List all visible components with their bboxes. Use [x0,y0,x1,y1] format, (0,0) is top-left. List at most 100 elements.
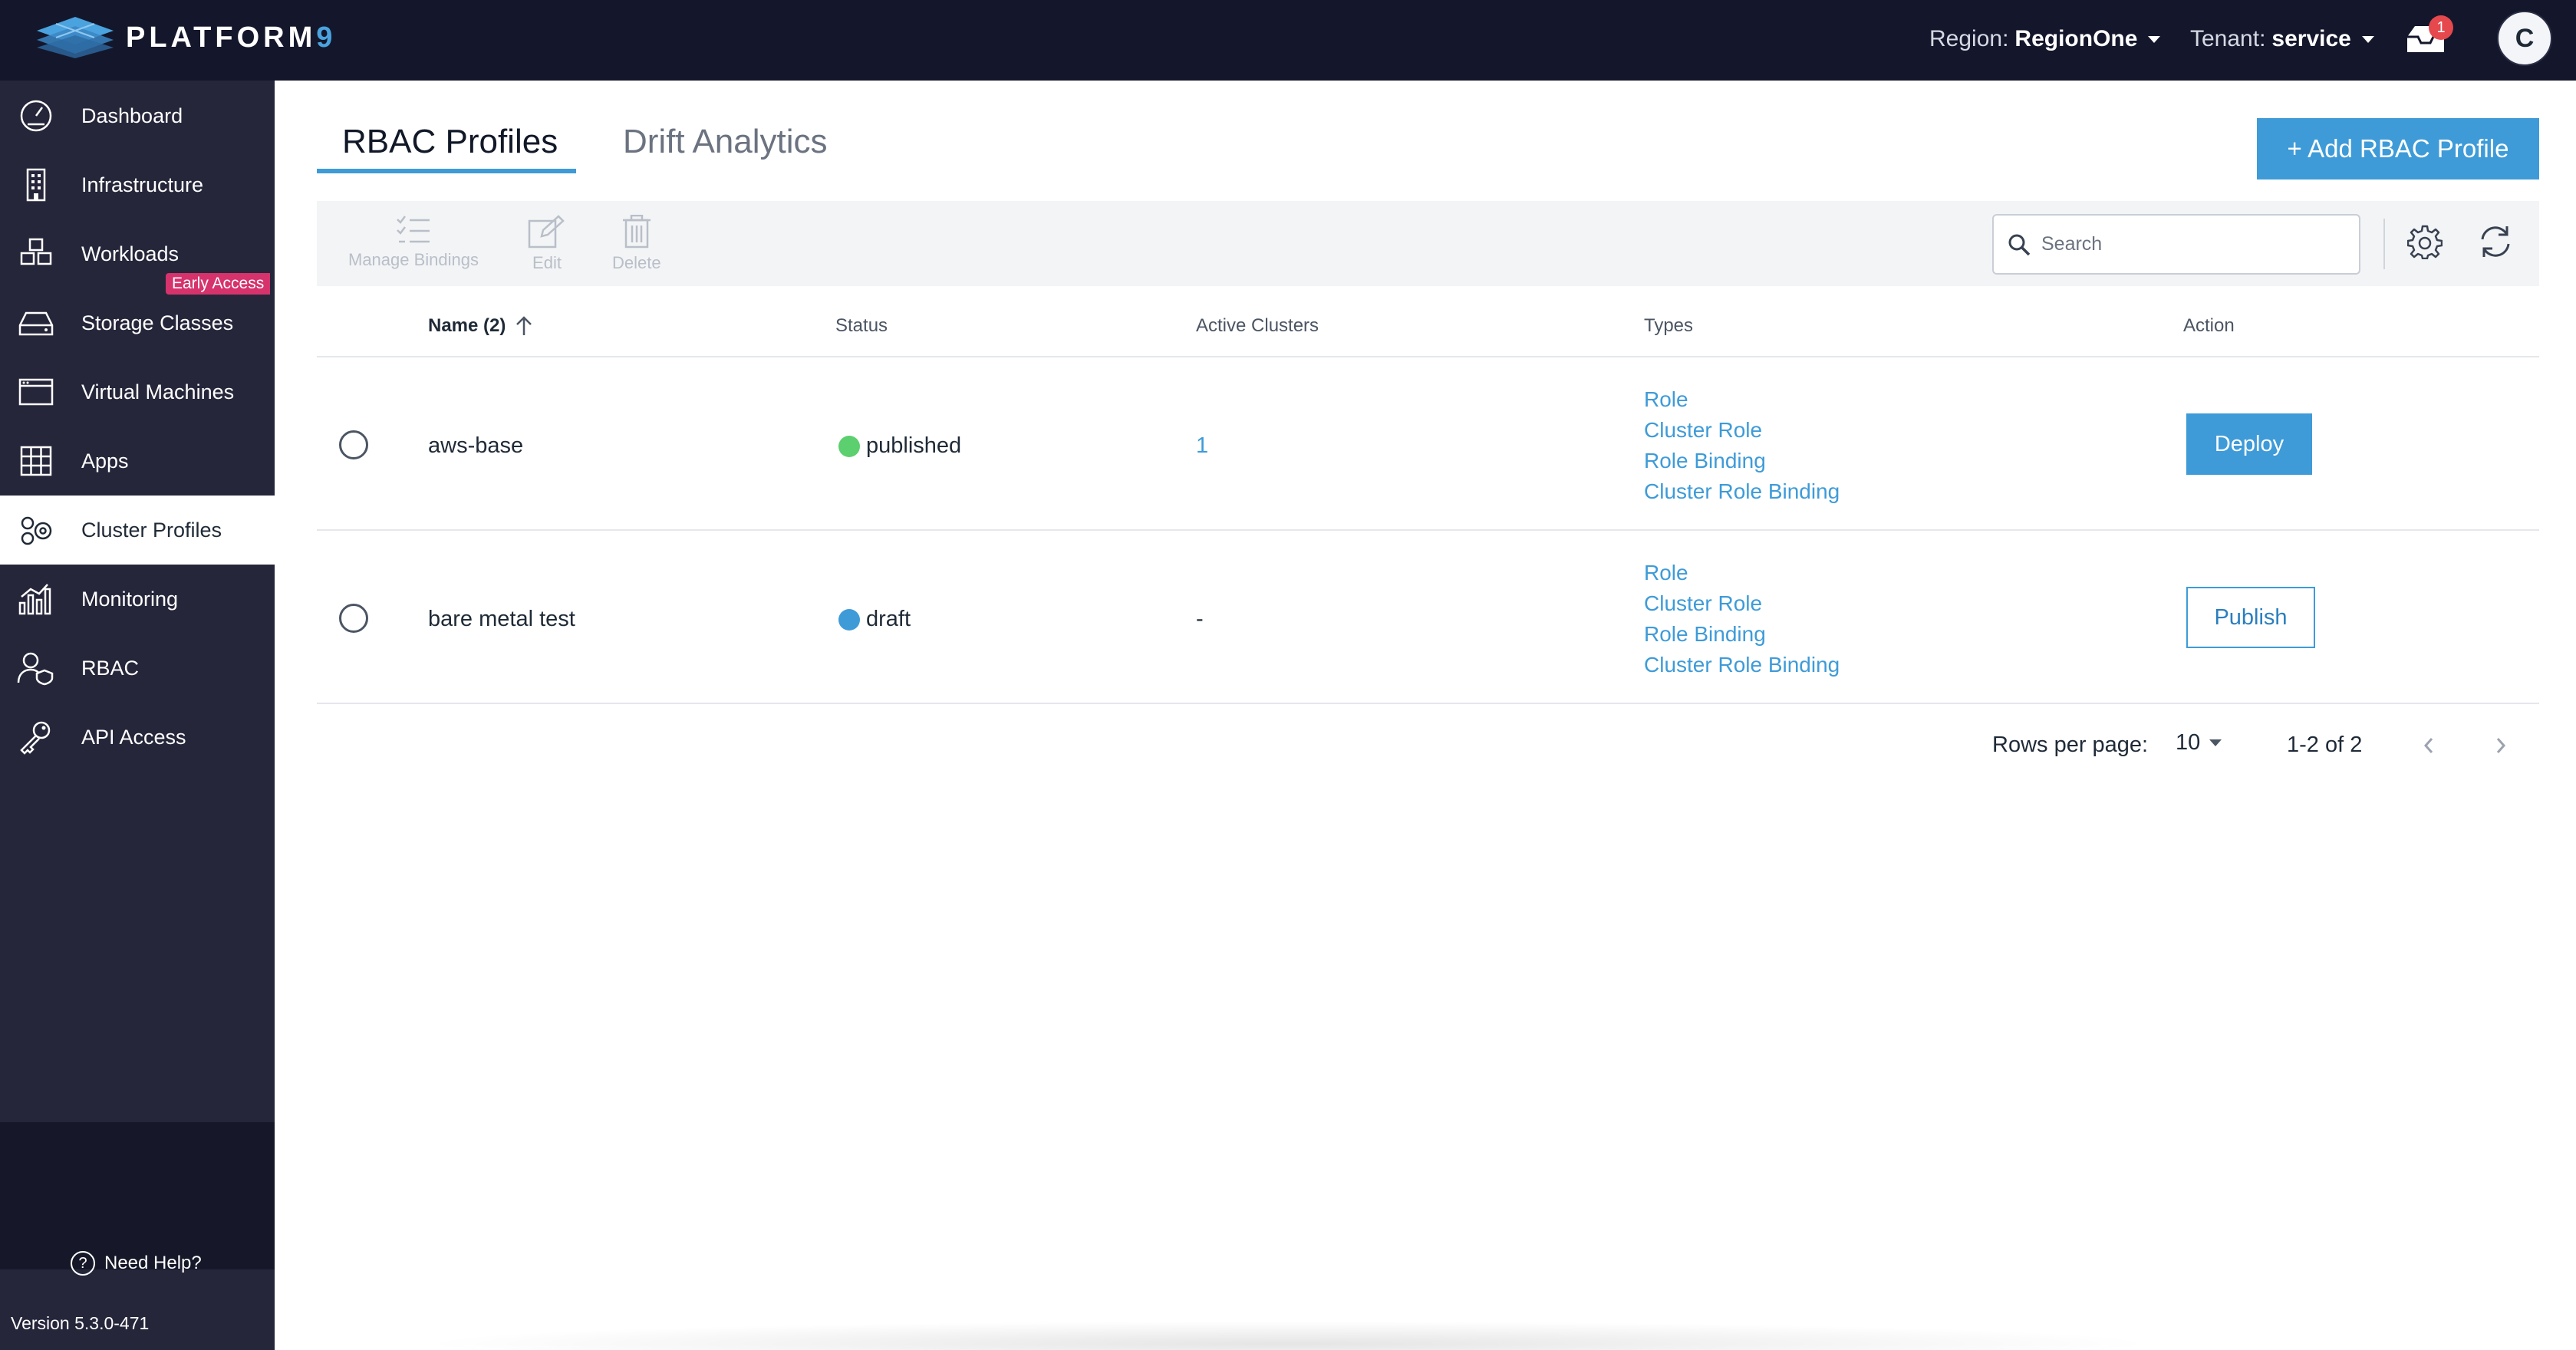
column-header-action: Action [2183,315,2235,336]
rows-per-page-value: 10 [2176,730,2201,755]
chevron-left-icon[interactable] [2420,733,2438,759]
publish-button[interactable]: Publish [2186,587,2315,648]
grid-icon [20,446,52,476]
need-help-link[interactable]: ? Need Help? [71,1251,202,1276]
header-divider [317,356,2539,357]
row-status: draft [838,607,911,632]
trash-icon [622,215,651,249]
row-types: Role Cluster Role Role Binding Cluster R… [1644,558,1840,680]
deploy-button[interactable]: Deploy [2186,413,2312,475]
tenant-value: service [2271,26,2351,51]
add-rbac-profile-button[interactable]: + Add RBAC Profile [2257,118,2539,179]
user-avatar[interactable]: C [2497,11,2552,66]
column-header-status: Status [835,315,888,336]
pagination-range: 1-2 of 2 [2287,733,2363,757]
early-access-badge: Early Access [166,273,271,295]
edit-button[interactable]: Edit [528,215,566,273]
sidebar-item-label: Workloads [81,242,180,265]
region-label: Region: [1929,26,2009,51]
storage-drive-icon [18,311,54,336]
manage-bindings-button[interactable]: Manage Bindings [348,215,479,270]
bar-chart-icon [18,584,51,615]
region-selector[interactable]: Region: RegionOne [1929,26,2161,52]
sidebar-item-monitoring[interactable]: Monitoring [0,565,275,634]
edit-label: Edit [532,253,562,272]
rows-per-page-select[interactable]: 10 [2176,730,2222,756]
sidebar-item-label: Dashboard [81,104,183,127]
manage-bindings-label: Manage Bindings [348,250,479,269]
type-link-role-binding[interactable]: Role Binding [1644,619,1840,650]
type-link-role[interactable]: Role [1644,384,1840,415]
sidebar-item-virtual-machines[interactable]: Virtual Machines [0,357,275,426]
sidebar-item-label: API Access [81,725,186,749]
status-label: published [866,433,962,458]
type-link-cluster-role-binding[interactable]: Cluster Role Binding [1644,476,1840,507]
gear-icon[interactable] [2407,224,2443,259]
type-link-role[interactable]: Role [1644,558,1840,588]
sidebar-item-rbac[interactable]: RBAC [0,634,275,703]
sidebar-footer [0,1122,275,1269]
chevron-down-icon [2209,739,2222,746]
delete-label: Delete [612,253,661,272]
search-input[interactable] [2041,233,2317,255]
type-link-role-binding[interactable]: Role Binding [1644,446,1840,476]
sidebar-item-label: Virtual Machines [81,380,235,403]
sidebar-item-cluster-profiles[interactable]: Cluster Profiles [0,496,275,565]
row-select-radio[interactable] [339,604,368,633]
row-divider [317,529,2539,531]
row-divider [317,703,2539,704]
sidebar-item-api-access[interactable]: API Access [0,703,275,772]
sidebar-item-infrastructure[interactable]: Infrastructure [0,150,275,219]
column-header-active-clusters: Active Clusters [1196,315,1319,336]
tab-drift-analytics[interactable]: Drift Analytics [623,123,828,161]
sidebar-item-apps[interactable]: Apps [0,426,275,496]
building-icon [26,168,46,202]
row-types: Role Cluster Role Role Binding Cluster R… [1644,384,1840,507]
cubes-icon [20,238,52,265]
row-select-radio[interactable] [339,430,368,459]
sidebar-item-dashboard[interactable]: Dashboard [0,81,275,150]
status-dot-draft [838,608,860,631]
key-icon [20,721,51,755]
active-clusters-link[interactable]: 1 [1196,433,1208,459]
tenant-selector[interactable]: Tenant: service [2190,26,2374,52]
row-name: bare metal test [428,607,575,631]
type-link-cluster-role-binding[interactable]: Cluster Role Binding [1644,650,1840,680]
search-icon [2008,234,2031,255]
refresh-icon[interactable] [2476,222,2515,261]
rows-per-page-label: Rows per page: [1992,733,2149,757]
chevron-down-icon [2148,35,2161,43]
tab-rbac-profiles[interactable]: RBAC Profiles [342,123,558,161]
active-clusters-value: - [1196,607,1204,631]
bottom-shadow [414,1321,2163,1350]
top-bar: PLATFORM9 Region: RegionOne Tenant: serv… [0,0,2576,81]
active-tab-indicator [317,169,576,173]
dashboard-gauge-icon [20,100,52,132]
column-header-name-label: Name (2) [428,315,506,336]
search-box [1992,214,2360,275]
type-link-cluster-role[interactable]: Cluster Role [1644,415,1840,446]
user-shield-icon [17,652,54,686]
version-text: Version 5.3.0-471 [11,1313,150,1333]
arrow-up-icon [516,316,532,335]
logo-text: PLATFORM9 [126,21,337,54]
status-label: draft [866,607,911,631]
type-link-cluster-role[interactable]: Cluster Role [1644,588,1840,619]
platform9-logo[interactable]: PLATFORM9 [35,15,336,60]
delete-button[interactable]: Delete [612,215,661,273]
column-header-name[interactable]: Name (2) [428,315,533,337]
sidebar-item-storage-classes[interactable]: Storage Classes [0,288,275,357]
vm-window-icon [18,378,54,406]
sidebar-item-label: Monitoring [81,587,179,611]
sidebar-item-label: Infrastructure [81,173,204,196]
edit-pencil-icon [528,215,565,249]
notification-badge: 1 [2429,15,2453,40]
sidebar-item-label: Cluster Profiles [81,518,222,542]
row-status: published [838,433,961,459]
row-name: aws-base [428,433,524,458]
toolbar-divider [2383,219,2385,269]
question-circle-icon: ? [71,1251,95,1276]
chevron-right-icon[interactable] [2492,733,2510,759]
cluster-gears-icon [21,516,52,545]
chevron-down-icon [2361,35,2374,43]
